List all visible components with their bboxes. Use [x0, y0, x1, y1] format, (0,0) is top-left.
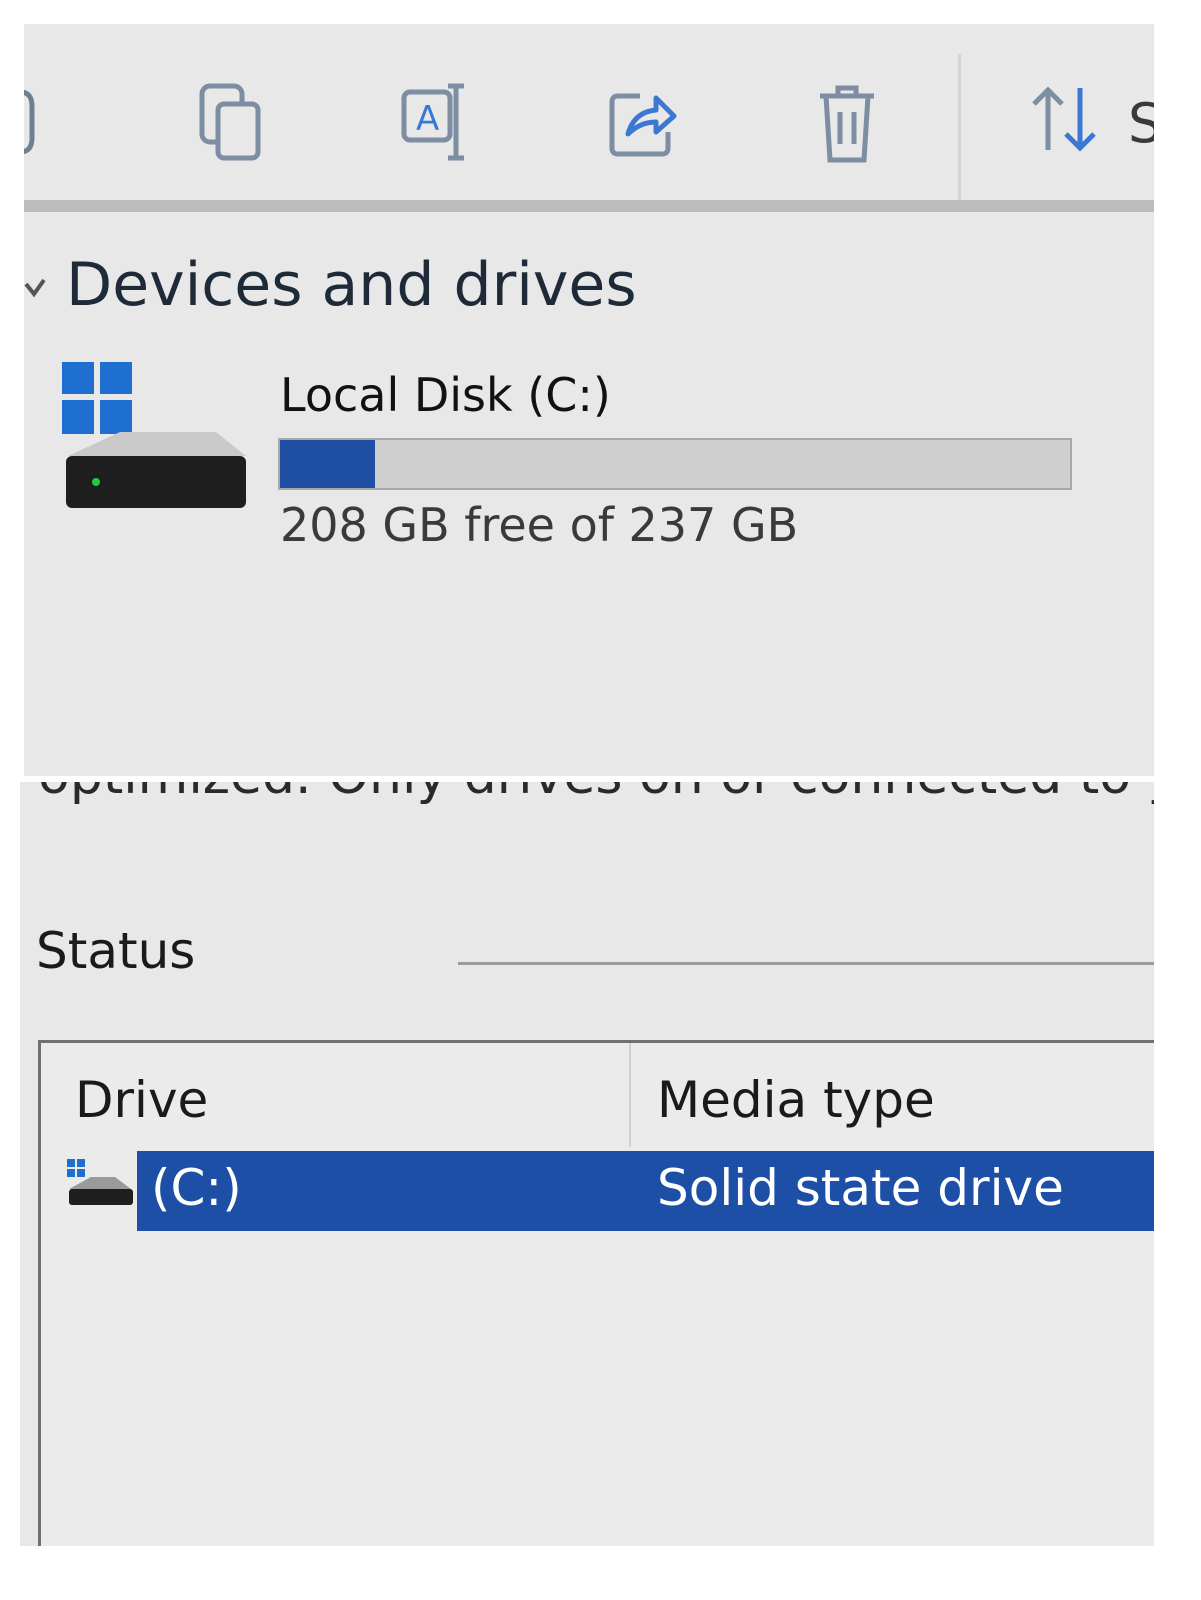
- disk-usage-bar: [278, 438, 1072, 490]
- toolbar-divider: [24, 200, 1154, 212]
- drives-list[interactable]: Drive Media type (C:) Solid state drive: [38, 1040, 1154, 1546]
- local-disk-icon[interactable]: [60, 360, 250, 520]
- sort-button-label[interactable]: S: [1128, 92, 1154, 155]
- status-group-line: [458, 962, 1154, 965]
- drive-name[interactable]: Local Disk (C:): [280, 368, 611, 422]
- disk-usage-bar-fill: [280, 440, 375, 488]
- delete-icon[interactable]: [816, 82, 878, 166]
- optimize-drives-panel: optimized. Only drives on or connected t…: [20, 782, 1154, 1546]
- column-header-media-type[interactable]: Media type: [657, 1071, 935, 1129]
- toolbar: A S: [24, 24, 1154, 204]
- svg-text:A: A: [416, 99, 439, 139]
- rename-icon[interactable]: A: [400, 82, 480, 162]
- column-separator[interactable]: [629, 1043, 631, 1147]
- section-title[interactable]: Devices and drives: [66, 250, 637, 320]
- row-drive-name[interactable]: (C:): [151, 1159, 242, 1217]
- drive-row-icon: [67, 1159, 133, 1205]
- status-group-label: Status: [36, 922, 196, 980]
- toolbar-separator: [958, 54, 961, 204]
- copy-icon[interactable]: [198, 82, 268, 164]
- partial-toolbar-icon[interactable]: [24, 82, 54, 162]
- sort-icon[interactable]: [1028, 82, 1102, 156]
- column-header-drive[interactable]: Drive: [75, 1071, 208, 1129]
- chevron-down-icon[interactable]: [24, 278, 46, 300]
- description-text: optimized. Only drives on or connected t…: [38, 782, 1154, 806]
- share-icon[interactable]: [606, 82, 678, 162]
- file-explorer-panel: A S Devices and drives Local Disk (C:) 2…: [24, 24, 1154, 776]
- row-media-type[interactable]: Solid state drive: [657, 1159, 1064, 1217]
- drive-free-space: 208 GB free of 237 GB: [280, 498, 799, 552]
